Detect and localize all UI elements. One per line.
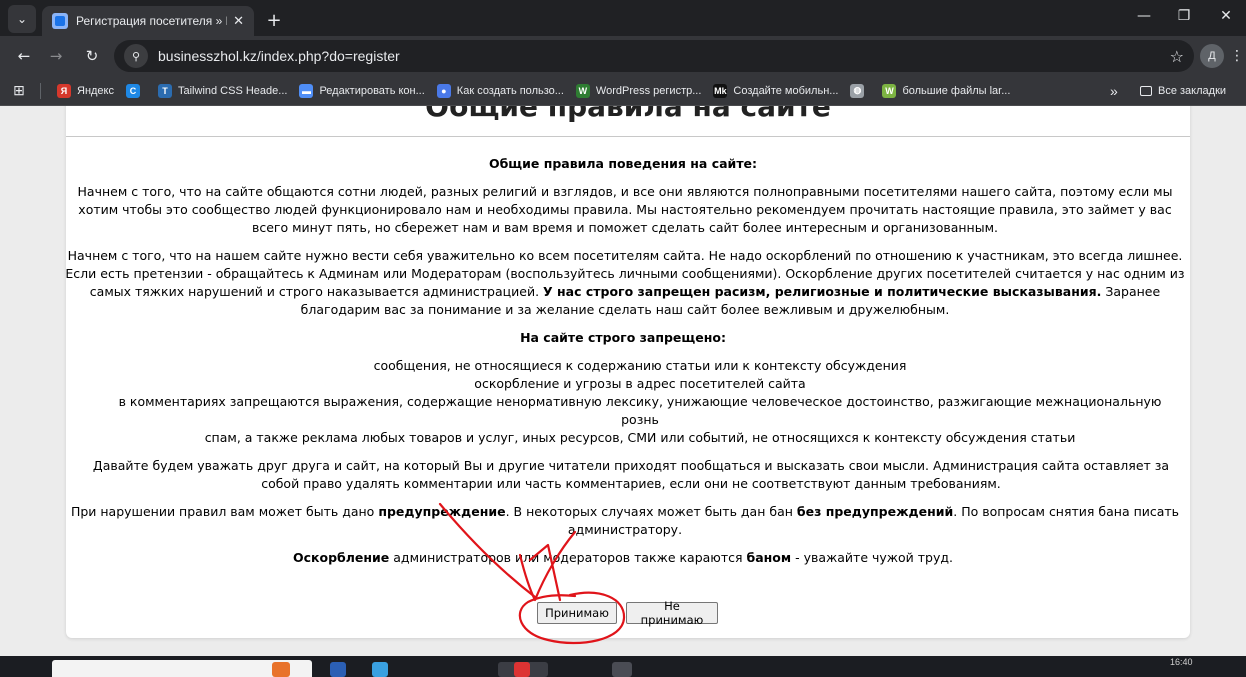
wp-icon: W xyxy=(882,83,897,98)
globe-icon: ◍ xyxy=(850,83,865,98)
bookmark-label: Tailwind CSS Heade... xyxy=(178,84,288,97)
heading-divider xyxy=(66,136,1190,137)
chat-icon: ▬ xyxy=(299,83,314,98)
all-bookmarks-button[interactable]: Все закладки xyxy=(1140,80,1226,102)
bookmark-label: Яндекс xyxy=(77,84,114,97)
rules-paragraph-1: Начнем с того, что на сайте общаются сот… xyxy=(77,184,1173,235)
accept-button[interactable]: Принимаю xyxy=(537,602,617,624)
bookmark-item[interactable]: W WordPress регистр... xyxy=(570,80,707,102)
folder-icon xyxy=(1140,86,1152,96)
forbidden-item: оскорбление и угрозы в адрес посетителей… xyxy=(474,376,806,391)
rules-heading: Общие правила на сайте xyxy=(425,106,831,123)
ban-word: баном xyxy=(746,550,792,565)
bookmark-item[interactable]: ◍ xyxy=(844,80,876,102)
bookmark-item[interactable]: ▬ Редактировать кон... xyxy=(293,80,430,102)
more-bookmarks-chevron-icon[interactable]: » xyxy=(1110,80,1118,102)
warning-word: предупреждение xyxy=(378,504,506,519)
url-text[interactable]: businesszhol.kz/index.php?do=register xyxy=(158,48,1162,64)
address-bar[interactable]: ⚲ businesszhol.kz/index.php?do=register … xyxy=(114,40,1194,72)
bookmark-item[interactable]: Mk Создайте мобильн... xyxy=(707,80,844,102)
bookmark-item[interactable]: ● Как создать пользо... xyxy=(431,80,570,102)
bookmark-item[interactable]: Я Яндекс xyxy=(51,80,120,102)
circle-icon: ● xyxy=(436,83,451,98)
minimize-window-icon[interactable]: — xyxy=(1124,0,1164,32)
forbidden-item: в комментариях запрещаются выражения, со… xyxy=(118,394,1162,427)
bookmark-item[interactable]: Wбольшие файлы lar... xyxy=(876,80,1016,102)
bookmark-label: Как создать пользо... xyxy=(456,84,564,97)
taskbar-app-icon[interactable] xyxy=(272,662,290,677)
wordpress-icon: W xyxy=(575,83,590,98)
bookmark-list: Я Яндекс C T Tailwind CSS Heade... ▬ Редактиро… xyxy=(51,80,1016,102)
rules-text: Общие правила поведения на сайте: Начнем… xyxy=(0,155,1246,577)
browser-toolbar: ← → ↻ ⚲ businesszhol.kz/index.php?do=reg… xyxy=(0,36,1246,76)
violation-paragraph: При нарушении правил вам может быть дано… xyxy=(70,504,1180,537)
tab-search-chevron-icon[interactable]: ⌄ xyxy=(8,5,36,33)
bookmark-item[interactable]: T Tailwind CSS Heade... xyxy=(152,80,293,102)
bookmarks-bar: ⊞ Я Яндекс C T Tailwind CSS Heade... ▬ Редакти… xyxy=(0,76,1246,106)
new-tab-plus-icon[interactable]: + xyxy=(262,8,286,32)
mk-icon: Mk xyxy=(713,83,728,98)
taskbar-browser-icon[interactable] xyxy=(514,662,530,677)
close-window-icon[interactable]: ✕ xyxy=(1206,0,1246,32)
bookmark-label: WordPress регистр... xyxy=(595,84,702,97)
insult-paragraph: Оскорбление администраторов или модерато… xyxy=(292,550,954,565)
bookmark-label: Создайте мобильн... xyxy=(733,84,839,97)
back-arrow-icon[interactable]: ← xyxy=(12,44,36,68)
apps-grid-icon[interactable]: ⊞ xyxy=(8,80,30,102)
yandex-icon: Я xyxy=(57,83,71,98)
all-bookmarks-label: Все закладки xyxy=(1158,85,1227,97)
insult-word: Оскорбление xyxy=(292,550,390,565)
bookmark-star-icon[interactable]: ☆ xyxy=(1170,47,1184,66)
bookmarks-divider xyxy=(40,82,41,99)
bookmark-item[interactable]: C xyxy=(120,80,152,102)
browser-tab[interactable]: Регистрация посетителя » Busi ✕ xyxy=(42,6,254,36)
close-tab-icon[interactable]: ✕ xyxy=(233,14,244,29)
forbidden-title: На сайте строго запрещено: xyxy=(520,330,726,345)
restore-window-icon[interactable]: ❐ xyxy=(1164,0,1204,32)
taskbar-app-icon[interactable] xyxy=(612,662,632,677)
tailwind-icon: T xyxy=(158,83,172,98)
rules-paragraph-2: Начнем с того, что на нашем сайте нужно … xyxy=(65,248,1185,317)
taskbar-clock: 16:40 xyxy=(1170,657,1193,667)
profile-avatar[interactable]: Д xyxy=(1200,44,1224,68)
forbidden-item: сообщения, не относящиеся к содержанию с… xyxy=(373,358,907,373)
tab-title: Регистрация посетителя » Busi xyxy=(76,14,227,28)
forbidden-item: спам, а также реклама любых товаров и ус… xyxy=(204,430,1076,445)
forward-arrow-icon[interactable]: → xyxy=(44,44,68,68)
reload-icon[interactable]: ↻ xyxy=(80,44,104,68)
os-taskbar: 16:40 xyxy=(0,656,1246,677)
bookmark-label: Редактировать кон... xyxy=(319,84,425,97)
respect-paragraph: Давайте будем уважать друг друга и сайт,… xyxy=(92,458,1170,491)
no-warning-word: без предупреждений xyxy=(796,504,954,519)
c-icon: C xyxy=(126,83,140,98)
more-menu-icon[interactable]: ⋮ xyxy=(1230,44,1244,68)
forbidden-list: сообщения, не относящиеся к содержанию с… xyxy=(0,357,1246,447)
racism-ban-notice: У нас строго запрещен расизм, религиозны… xyxy=(543,284,1102,299)
browser-tab-bar: ⌄ Регистрация посетителя » Busi ✕ + — ❐ … xyxy=(0,0,1246,36)
site-favicon-icon xyxy=(52,13,68,29)
bookmark-label: большие файлы lar... xyxy=(902,84,1011,97)
taskbar-app-icon[interactable] xyxy=(330,662,346,677)
site-settings-icon[interactable]: ⚲ xyxy=(124,44,148,68)
taskbar-app-icon[interactable] xyxy=(372,662,388,677)
behavior-title: Общие правила поведения на сайте: xyxy=(488,156,758,171)
decline-button[interactable]: Не принимаю xyxy=(626,599,718,627)
